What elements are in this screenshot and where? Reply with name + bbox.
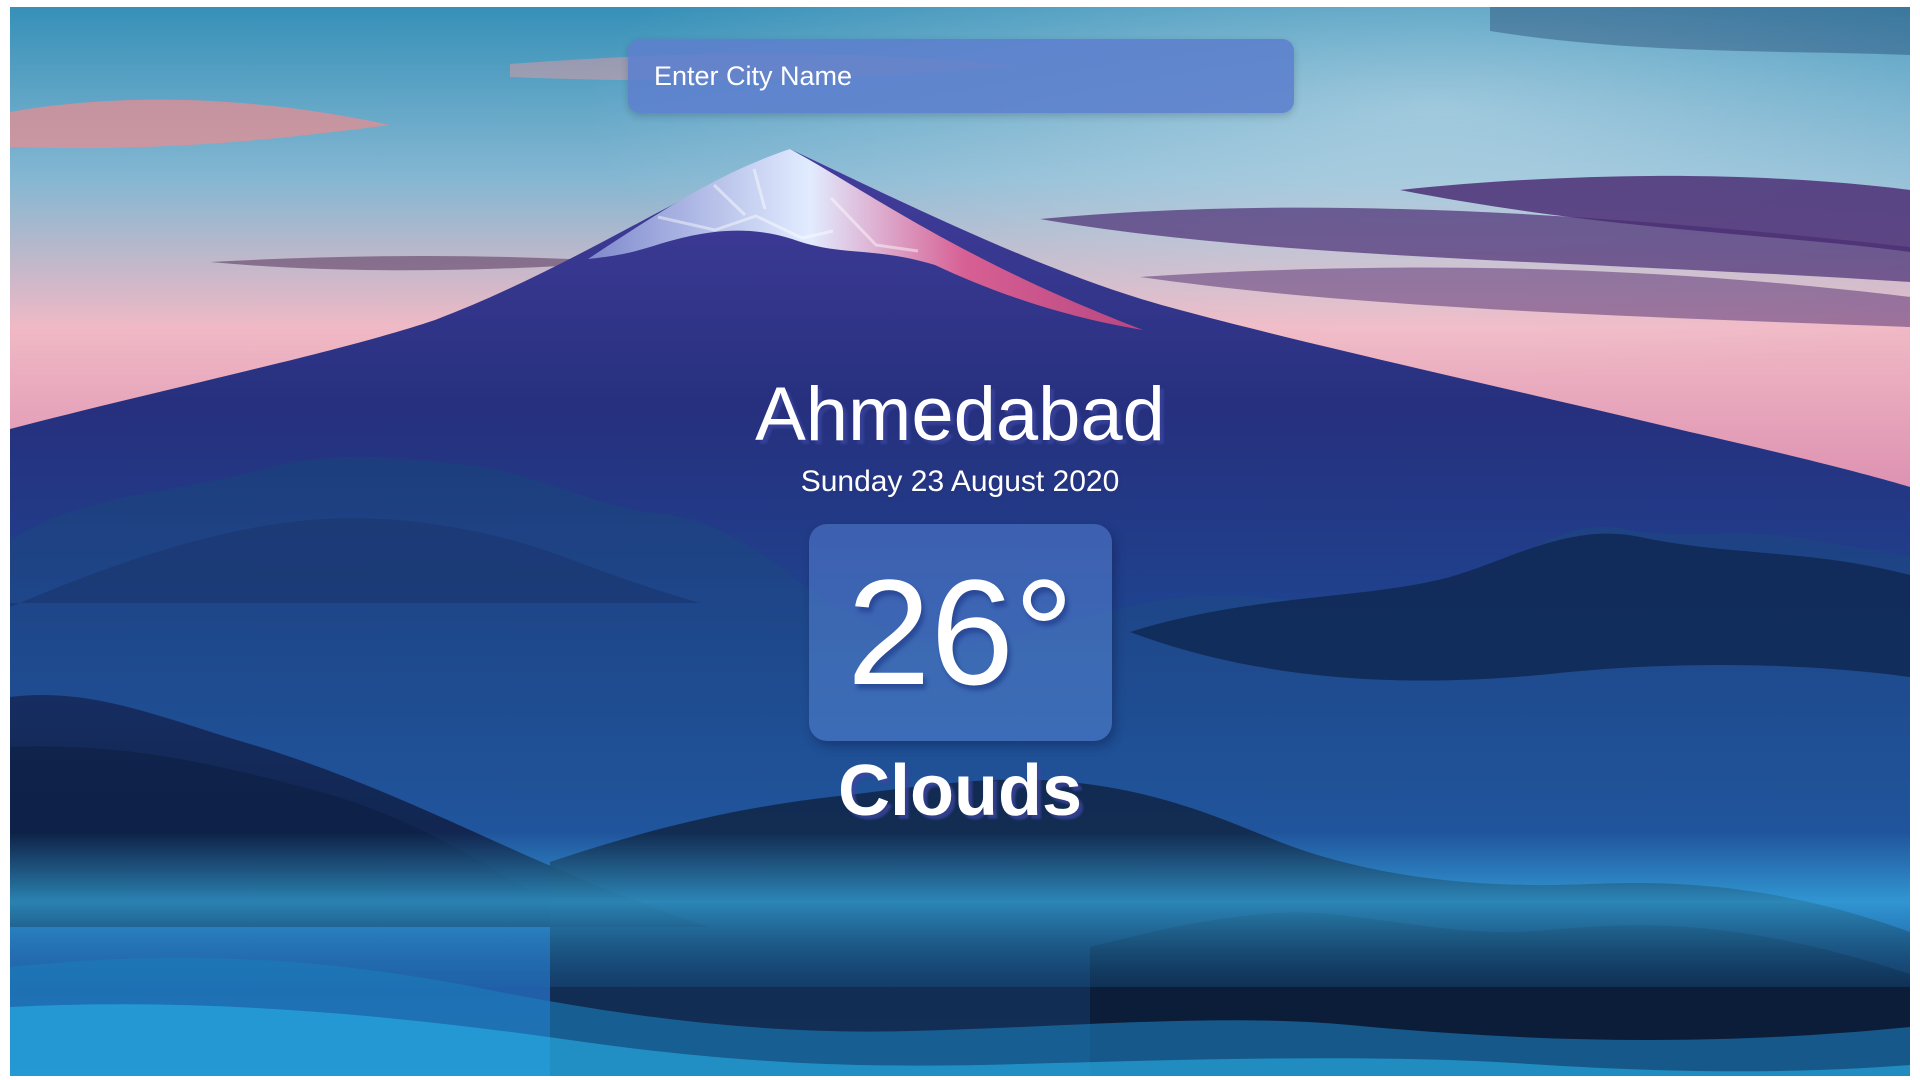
city-name: Ahmedabad xyxy=(755,372,1165,457)
city-search-input[interactable] xyxy=(628,39,1294,113)
location-box: Ahmedabad Sunday 23 August 2020 xyxy=(10,377,1910,497)
temperature-box: 26° xyxy=(809,524,1112,741)
weather-app: Ahmedabad Sunday 23 August 2020 26° Clou… xyxy=(10,7,1910,1076)
date-label: Sunday 23 August 2020 xyxy=(800,465,1120,498)
weather-condition: Clouds xyxy=(838,751,1082,831)
